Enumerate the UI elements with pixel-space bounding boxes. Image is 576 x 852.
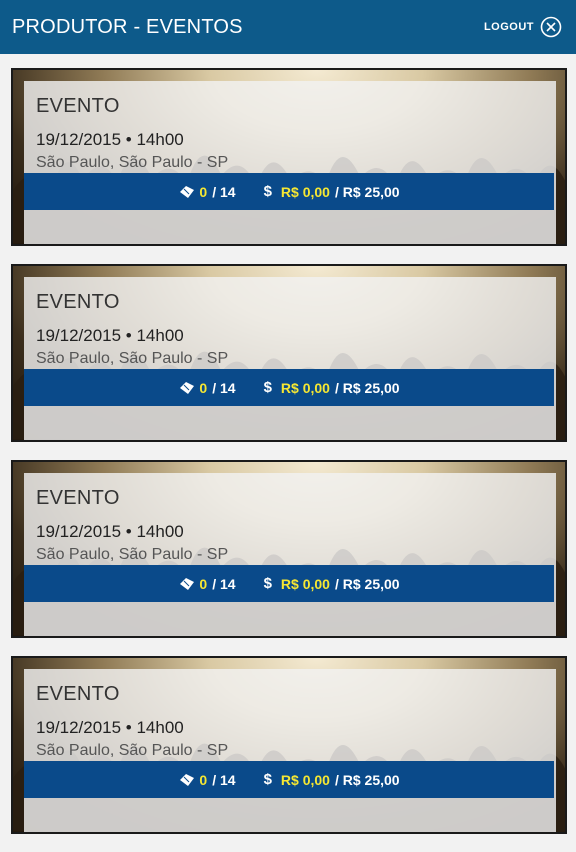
- dollar-icon: $: [263, 575, 272, 592]
- revenue-total: / R$ 25,00: [334, 183, 400, 200]
- event-name: EVENTO: [36, 95, 120, 117]
- tickets-stat: 0 / 14: [178, 575, 236, 592]
- revenue-total: / R$ 25,00: [334, 575, 400, 592]
- revenue-stat: $ R$ 0,00 / R$ 25,00: [264, 575, 400, 592]
- event-datetime: 19/12/2015 • 14h00: [36, 718, 184, 737]
- event-list: EVENTO 19/12/2015 • 14h00 São Paulo, São…: [11, 68, 567, 852]
- event-card[interactable]: EVENTO 19/12/2015 • 14h00 São Paulo, São…: [11, 264, 567, 442]
- ticket-icon: [180, 577, 195, 590]
- event-stats-bar: 0 / 14 $ R$ 0,00 / R$ 25,00: [24, 173, 554, 210]
- event-card[interactable]: EVENTO 19/12/2015 • 14h00 São Paulo, São…: [11, 460, 567, 638]
- revenue-value: R$ 0,00: [280, 379, 330, 396]
- tickets-total: / 14: [212, 379, 236, 396]
- tickets-total: / 14: [212, 771, 236, 788]
- revenue-stat: $ R$ 0,00 / R$ 25,00: [264, 183, 400, 200]
- event-card[interactable]: EVENTO 19/12/2015 • 14h00 São Paulo, São…: [11, 656, 567, 834]
- event-info-panel: EVENTO 19/12/2015 • 14h00 São Paulo, São…: [24, 277, 556, 440]
- tickets-stat: 0 / 14: [178, 771, 236, 788]
- tickets-stat: 0 / 14: [178, 183, 236, 200]
- tickets-sold: 0: [199, 575, 208, 592]
- event-location: São Paulo, São Paulo - SP: [36, 154, 229, 171]
- revenue-value: R$ 0,00: [280, 575, 330, 592]
- revenue-value: R$ 0,00: [280, 771, 330, 788]
- close-circle-icon: [540, 16, 562, 38]
- event-datetime: 19/12/2015 • 14h00: [36, 130, 184, 149]
- event-datetime: 19/12/2015 • 14h00: [36, 522, 184, 541]
- logout-button[interactable]: LOGOUT: [484, 16, 562, 38]
- event-location: São Paulo, São Paulo - SP: [36, 350, 229, 367]
- ticket-icon: [180, 773, 195, 786]
- revenue-stat: $ R$ 0,00 / R$ 25,00: [264, 379, 400, 396]
- ticket-icon: [180, 185, 195, 198]
- page-title: PRODUTOR - EVENTOS: [12, 15, 243, 38]
- tickets-stat: 0 / 14: [178, 379, 236, 396]
- event-info-panel: EVENTO 19/12/2015 • 14h00 São Paulo, São…: [24, 81, 556, 244]
- tickets-total: / 14: [212, 575, 236, 592]
- dollar-icon: $: [263, 771, 272, 788]
- ticket-icon: [180, 381, 195, 394]
- revenue-total: / R$ 25,00: [334, 771, 400, 788]
- event-name: EVENTO: [36, 291, 120, 313]
- tickets-sold: 0: [199, 379, 208, 396]
- revenue-total: / R$ 25,00: [334, 379, 400, 396]
- logout-label: LOGOUT: [483, 21, 534, 33]
- dollar-icon: $: [263, 379, 272, 396]
- app-bar: PRODUTOR - EVENTOS LOGOUT: [0, 0, 576, 54]
- tickets-sold: 0: [199, 771, 208, 788]
- event-name: EVENTO: [36, 683, 120, 705]
- event-card[interactable]: EVENTO 19/12/2015 • 14h00 São Paulo, São…: [11, 68, 567, 246]
- revenue-value: R$ 0,00: [280, 183, 330, 200]
- event-location: São Paulo, São Paulo - SP: [36, 742, 229, 759]
- event-stats-bar: 0 / 14 $ R$ 0,00 / R$ 25,00: [24, 565, 554, 602]
- tickets-total: / 14: [212, 183, 236, 200]
- event-datetime: 19/12/2015 • 14h00: [36, 326, 184, 345]
- event-stats-bar: 0 / 14 $ R$ 0,00 / R$ 25,00: [24, 369, 554, 406]
- event-info-panel: EVENTO 19/12/2015 • 14h00 São Paulo, São…: [24, 473, 556, 636]
- event-info-panel: EVENTO 19/12/2015 • 14h00 São Paulo, São…: [24, 669, 556, 832]
- dollar-icon: $: [263, 183, 272, 200]
- revenue-stat: $ R$ 0,00 / R$ 25,00: [264, 771, 400, 788]
- tickets-sold: 0: [199, 183, 208, 200]
- event-stats-bar: 0 / 14 $ R$ 0,00 / R$ 25,00: [24, 761, 554, 798]
- event-location: São Paulo, São Paulo - SP: [36, 546, 229, 563]
- event-name: EVENTO: [36, 487, 120, 509]
